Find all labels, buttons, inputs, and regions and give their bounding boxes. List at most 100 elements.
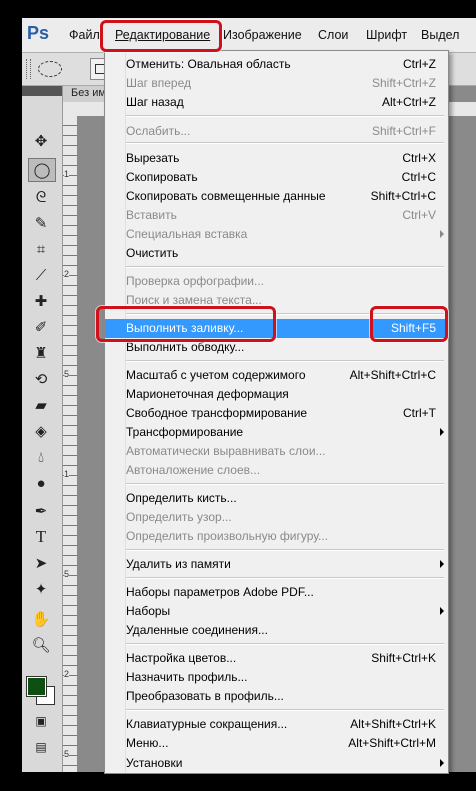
menu-separator xyxy=(126,360,444,362)
menu-item-shortcut: Alt+Shift+Ctrl+C xyxy=(349,368,436,382)
blur-tool-icon[interactable]: 💧︎ xyxy=(28,446,54,468)
paint-bucket-icon[interactable]: ◈ xyxy=(28,420,54,442)
menu-item[interactable]: Отменить: Овальная область Ctrl+Z xyxy=(105,55,448,74)
healing-brush-icon[interactable]: ✚ xyxy=(28,290,54,312)
menu-item: Определить произвольную фигуру... xyxy=(105,527,448,546)
menu-item[interactable]: Трансформирование xyxy=(105,423,448,442)
path-selection-icon[interactable]: ➤ xyxy=(28,552,54,574)
menu-item-shortcut: Shift+Ctrl+C xyxy=(370,189,436,203)
eyedropper-icon[interactable]: ⟋ xyxy=(28,264,54,286)
elliptical-marquee-icon[interactable] xyxy=(38,61,62,77)
left-ruler: 1 2 5 1 5 2 5 xyxy=(63,116,78,772)
menu-item-label: Удаленные соединения... xyxy=(126,623,268,637)
quick-mask-icon[interactable]: ▣ xyxy=(28,710,54,732)
custom-shape-icon[interactable]: ✦ xyxy=(28,578,54,600)
menu-item-shortcut: Shift+Ctrl+Z xyxy=(371,76,436,90)
menu-item-shortcut: Alt+Ctrl+Z xyxy=(381,95,436,109)
menu-item[interactable]: Скопировать совмещенные данные Shift+Ctrl… xyxy=(105,187,448,206)
menu-item: Специальная вставка xyxy=(105,225,448,244)
highlight-ring-edit-menu xyxy=(100,20,222,52)
menu-item-shortcut: Ctrl+C xyxy=(401,170,436,184)
zoom-tool-icon[interactable]: 🔍︎ xyxy=(28,634,54,656)
menu-item: Автоналожение слоев... xyxy=(105,461,448,480)
menu-item: Проверка орфографии... xyxy=(105,272,448,291)
menu-item[interactable]: Преобразовать в профиль... xyxy=(105,687,448,706)
menu-item-label: Вырезать xyxy=(126,151,180,165)
dodge-tool-icon[interactable]: ● xyxy=(28,472,54,494)
foreground-color-swatch[interactable] xyxy=(26,676,47,697)
menu-item[interactable]: Скопировать Ctrl+C xyxy=(105,168,448,187)
menu-image[interactable]: Изображение xyxy=(223,28,302,42)
menu-item[interactable]: Назначить профиль... xyxy=(105,668,448,687)
menu-item-label: Свободное трансформирование xyxy=(126,406,308,420)
menu-item-label: Наборы xyxy=(126,604,171,618)
menu-item: Вставить Ctrl+V xyxy=(105,206,448,225)
menu-item[interactable]: Клавиатурные сокращения... Alt+Shift+Ctrl… xyxy=(105,715,448,734)
submenu-arrow-icon xyxy=(440,560,444,568)
menu-bar: Ps Файл Редактирование Изображение Слои … xyxy=(22,18,476,53)
menu-file[interactable]: Файл xyxy=(69,28,100,42)
menu-item-label: Отменить: Овальная область xyxy=(126,57,291,71)
elliptical-marquee-tool-icon[interactable]: ◯ xyxy=(28,158,56,182)
menu-item-shortcut: Alt+Shift+Ctrl+K xyxy=(350,717,436,731)
menu-item[interactable]: Установки xyxy=(105,754,448,773)
ruler-number: 5 xyxy=(64,569,70,579)
eraser-icon[interactable]: ▰ xyxy=(28,394,54,416)
crop-tool-icon[interactable]: ⌗ xyxy=(28,238,54,260)
brush-tool-icon[interactable]: ✐ xyxy=(28,316,54,338)
lasso-tool-icon[interactable]: ᘓ xyxy=(28,186,54,208)
menu-item-label: Марионеточная деформация xyxy=(126,387,289,401)
menu-separator xyxy=(126,709,444,711)
menu-item[interactable]: Вырезать Ctrl+X xyxy=(105,149,448,168)
menu-item-label: Скопировать совмещенные данные xyxy=(126,189,326,203)
quick-selection-icon[interactable]: ✎ xyxy=(28,212,54,234)
menu-item[interactable]: Определить кисть... xyxy=(105,489,448,508)
menu-item-label: Поиск и замена текста... xyxy=(126,293,262,307)
menu-item-label: Клавиатурные сокращения... xyxy=(126,717,288,731)
menu-item[interactable]: Настройка цветов... Shift+Ctrl+K xyxy=(105,649,448,668)
menu-item: Определить узор... xyxy=(105,508,448,527)
menu-item-label: Определить кисть... xyxy=(126,491,237,505)
grip-handle[interactable] xyxy=(26,59,31,79)
menu-item-label: Масштаб с учетом содержимого xyxy=(126,368,306,382)
menu-item: Автоматически выравнивать слои... xyxy=(105,442,448,461)
menu-item-label: Определить произвольную фигуру... xyxy=(126,529,329,543)
menu-item-label: Определить узор... xyxy=(126,510,232,524)
menu-item: Шаг вперед Shift+Ctrl+Z xyxy=(105,74,448,93)
menu-separator xyxy=(126,577,444,579)
pen-tool-icon[interactable]: ✒ xyxy=(28,500,54,522)
menu-type[interactable]: Шрифт xyxy=(366,28,407,42)
menu-item-label: Скопировать xyxy=(126,170,198,184)
menu-item[interactable]: Свободное трансформирование Ctrl+T xyxy=(105,404,448,423)
ruler-number: 2 xyxy=(64,269,70,279)
menu-separator xyxy=(126,643,444,645)
menu-item[interactable]: Удалить из памяти xyxy=(105,555,448,574)
menu-item-label: Автоналожение слоев... xyxy=(126,463,261,477)
menu-item[interactable]: Наборы параметров Adobe PDF... xyxy=(105,583,448,602)
submenu-arrow-icon xyxy=(440,759,444,767)
menu-item-shortcut: Ctrl+X xyxy=(402,151,436,165)
screen-mode-icon[interactable]: ▤ xyxy=(28,736,54,758)
toolbox-header[interactable] xyxy=(22,86,62,96)
hand-tool-icon[interactable]: ✋ xyxy=(28,608,54,630)
menu-item-label: Наборы параметров Adobe PDF... xyxy=(126,585,314,599)
menu-item-shortcut: Ctrl+Z xyxy=(403,57,436,71)
toolbox: ✥ ◯ ᘓ ✎ ⌗ ⟋ ✚ ✐ ♜ ⟲ ▰ ◈ 💧︎ ● ✒ T ➤ ✦ ✋ 🔍… xyxy=(22,86,63,772)
highlight-ring-fill-item xyxy=(96,306,276,342)
menu-item[interactable]: Меню... Alt+Shift+Ctrl+M xyxy=(105,734,448,753)
menu-item[interactable]: Масштаб с учетом содержимого Alt+Shift+Ct… xyxy=(105,366,448,385)
submenu-arrow-icon xyxy=(440,607,444,615)
menu-item[interactable]: Очистить xyxy=(105,244,448,263)
menu-item[interactable]: Наборы xyxy=(105,602,448,621)
menu-layers[interactable]: Слои xyxy=(318,28,348,42)
clone-stamp-icon[interactable]: ♜ xyxy=(28,342,54,364)
menu-item-label: Меню... xyxy=(126,736,169,750)
menu-item[interactable]: Марионеточная деформация xyxy=(105,385,448,404)
move-tool-icon[interactable]: ✥ xyxy=(28,130,54,152)
menu-item-shortcut: Alt+Shift+Ctrl+M xyxy=(348,736,436,750)
type-tool-icon[interactable]: T xyxy=(28,526,54,548)
history-brush-icon[interactable]: ⟲ xyxy=(28,368,54,390)
menu-item[interactable]: Удаленные соединения... xyxy=(105,621,448,640)
menu-item[interactable]: Шаг назад Alt+Ctrl+Z xyxy=(105,93,448,112)
menu-select[interactable]: Выдел xyxy=(421,28,459,42)
